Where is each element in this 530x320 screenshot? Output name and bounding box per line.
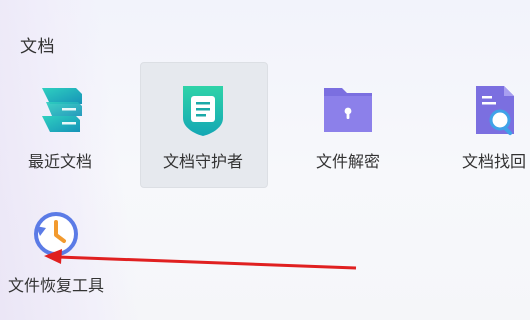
tile-doc-retrieve[interactable]: 文档找回	[434, 82, 530, 172]
tile-label: 文档守护者	[162, 152, 243, 171]
file-decrypt-icon	[320, 82, 376, 138]
tile-recent-docs[interactable]: 最近文档	[0, 82, 120, 172]
tile-label: 文档找回	[461, 152, 526, 171]
tile-file-recovery[interactable]: 文件恢复工具	[0, 206, 116, 296]
file-recovery-icon	[28, 206, 84, 262]
doc-guardian-icon	[175, 82, 231, 138]
tile-doc-guardian[interactable]: 文档守护者	[143, 82, 263, 172]
documents-panel: 文档 最近文档 文档守护者 文件解密 文档找回 文件恢复工具	[0, 0, 530, 320]
tile-label: 最近文档	[27, 152, 92, 171]
doc-retrieve-icon	[466, 82, 522, 138]
recent-docs-icon	[32, 82, 88, 138]
section-title: 文档	[20, 37, 55, 57]
tile-label: 文件解密	[315, 152, 380, 171]
tile-file-decrypt[interactable]: 文件解密	[288, 82, 408, 172]
tile-label: 文件恢复工具	[7, 276, 104, 295]
